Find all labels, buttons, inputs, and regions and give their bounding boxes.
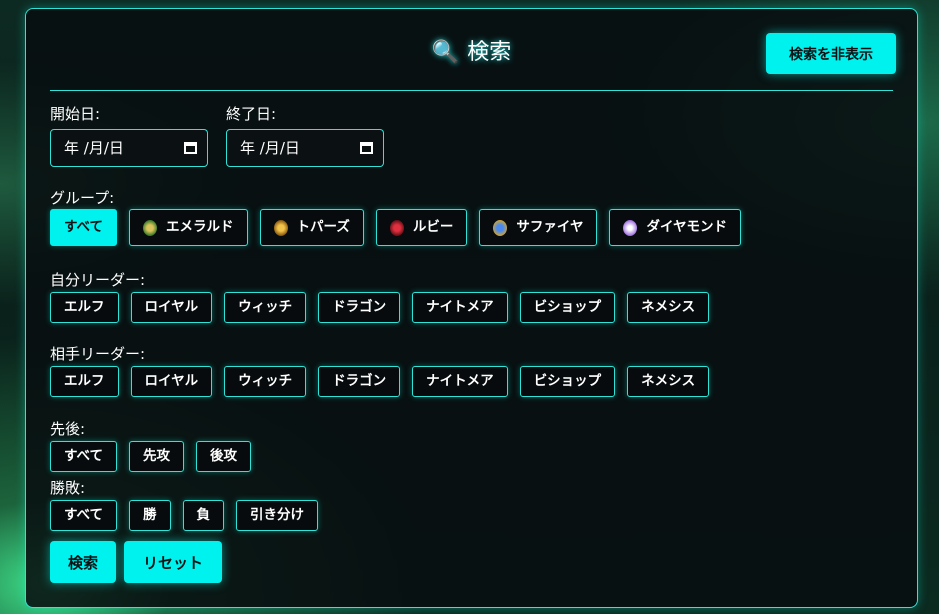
opp-leader-royal[interactable]: ロイヤル	[130, 366, 213, 397]
group-filter: すべて エメラルド トパーズ ルビー サファイヤ ダイヤモンド	[50, 209, 742, 246]
group-emerald-label: エメラルド	[166, 219, 234, 235]
turn-label: 先後:	[50, 420, 86, 438]
opp-leader-witch[interactable]: ウィッチ	[224, 366, 307, 397]
group-ruby-label: ルビー	[412, 219, 454, 235]
group-all-button[interactable]: すべて	[50, 209, 118, 246]
calendar-icon[interactable]	[184, 142, 197, 154]
reset-button[interactable]: リセット	[124, 541, 222, 583]
diamond-icon	[623, 219, 638, 236]
group-emerald-button[interactable]: エメラルド	[129, 209, 248, 246]
turn-all[interactable]: すべて	[50, 441, 118, 472]
calendar-icon[interactable]	[360, 142, 373, 154]
ruby-icon	[389, 219, 404, 236]
self-leader-nemesis[interactable]: ネメシス	[627, 292, 710, 323]
emerald-icon	[143, 219, 158, 236]
self-leader-nightmare[interactable]: ナイトメア	[412, 292, 508, 323]
self-leader-dragon[interactable]: ドラゴン	[318, 292, 401, 323]
opp-leader-dragon[interactable]: ドラゴン	[318, 366, 401, 397]
start-date-input[interactable]: 年 /月/日	[50, 129, 208, 167]
end-date-input[interactable]: 年 /月/日	[226, 129, 384, 167]
end-date-value: 年 /月/日	[240, 139, 300, 157]
group-topaz-button[interactable]: トパーズ	[259, 209, 364, 246]
opp-leader-bishop[interactable]: ビショップ	[519, 366, 616, 397]
sapphire-icon	[493, 219, 508, 236]
turn-filter: すべて 先攻 後攻	[50, 441, 252, 472]
search-button[interactable]: 検索	[50, 541, 116, 583]
opp-leader-filter: エルフ ロイヤル ウィッチ ドラゴン ナイトメア ビショップ ネメシス	[50, 366, 710, 397]
self-leader-bishop[interactable]: ビショップ	[519, 292, 616, 323]
turn-second[interactable]: 後攻	[196, 441, 252, 472]
result-win[interactable]: 勝	[129, 500, 171, 531]
result-filter: すべて 勝 負 引き分け	[50, 500, 319, 531]
opp-leader-elf[interactable]: エルフ	[50, 366, 119, 397]
self-leader-filter: エルフ ロイヤル ウィッチ ドラゴン ナイトメア ビショップ ネメシス	[50, 292, 710, 323]
self-leader-elf[interactable]: エルフ	[50, 292, 119, 323]
topaz-icon	[273, 219, 288, 236]
result-label: 勝敗:	[50, 479, 86, 497]
group-sapphire-button[interactable]: サファイヤ	[479, 209, 598, 246]
self-leader-label: 自分リーダー:	[50, 271, 146, 289]
end-date-label: 終了日:	[226, 105, 277, 123]
search-panel: 🔍 検索 検索を非表示 開始日: 終了日: 年 /月/日 年 /月/日 グループ:…	[25, 8, 918, 608]
self-leader-witch[interactable]: ウィッチ	[224, 292, 307, 323]
opp-leader-label: 相手リーダー:	[50, 345, 146, 363]
group-ruby-button[interactable]: ルビー	[375, 209, 468, 246]
group-topaz-label: トパーズ	[296, 219, 350, 235]
opp-leader-nightmare[interactable]: ナイトメア	[412, 366, 508, 397]
result-draw[interactable]: 引き分け	[236, 500, 319, 531]
start-date-label: 開始日:	[50, 105, 101, 123]
result-lose[interactable]: 負	[182, 500, 225, 531]
group-diamond-button[interactable]: ダイヤモンド	[609, 209, 742, 246]
group-diamond-label: ダイヤモンド	[646, 219, 728, 235]
divider	[50, 90, 893, 91]
group-label: グループ:	[50, 189, 115, 207]
hide-search-button[interactable]: 検索を非表示	[766, 33, 896, 74]
panel-title-text: 検索	[467, 40, 512, 65]
turn-first[interactable]: 先攻	[129, 441, 185, 472]
result-all[interactable]: すべて	[50, 500, 118, 531]
search-icon: 🔍	[431, 40, 460, 65]
start-date-value: 年 /月/日	[64, 139, 124, 157]
group-all-label: すべて	[64, 219, 104, 235]
opp-leader-nemesis[interactable]: ネメシス	[627, 366, 710, 397]
group-sapphire-label: サファイヤ	[516, 219, 584, 235]
self-leader-royal[interactable]: ロイヤル	[130, 292, 213, 323]
